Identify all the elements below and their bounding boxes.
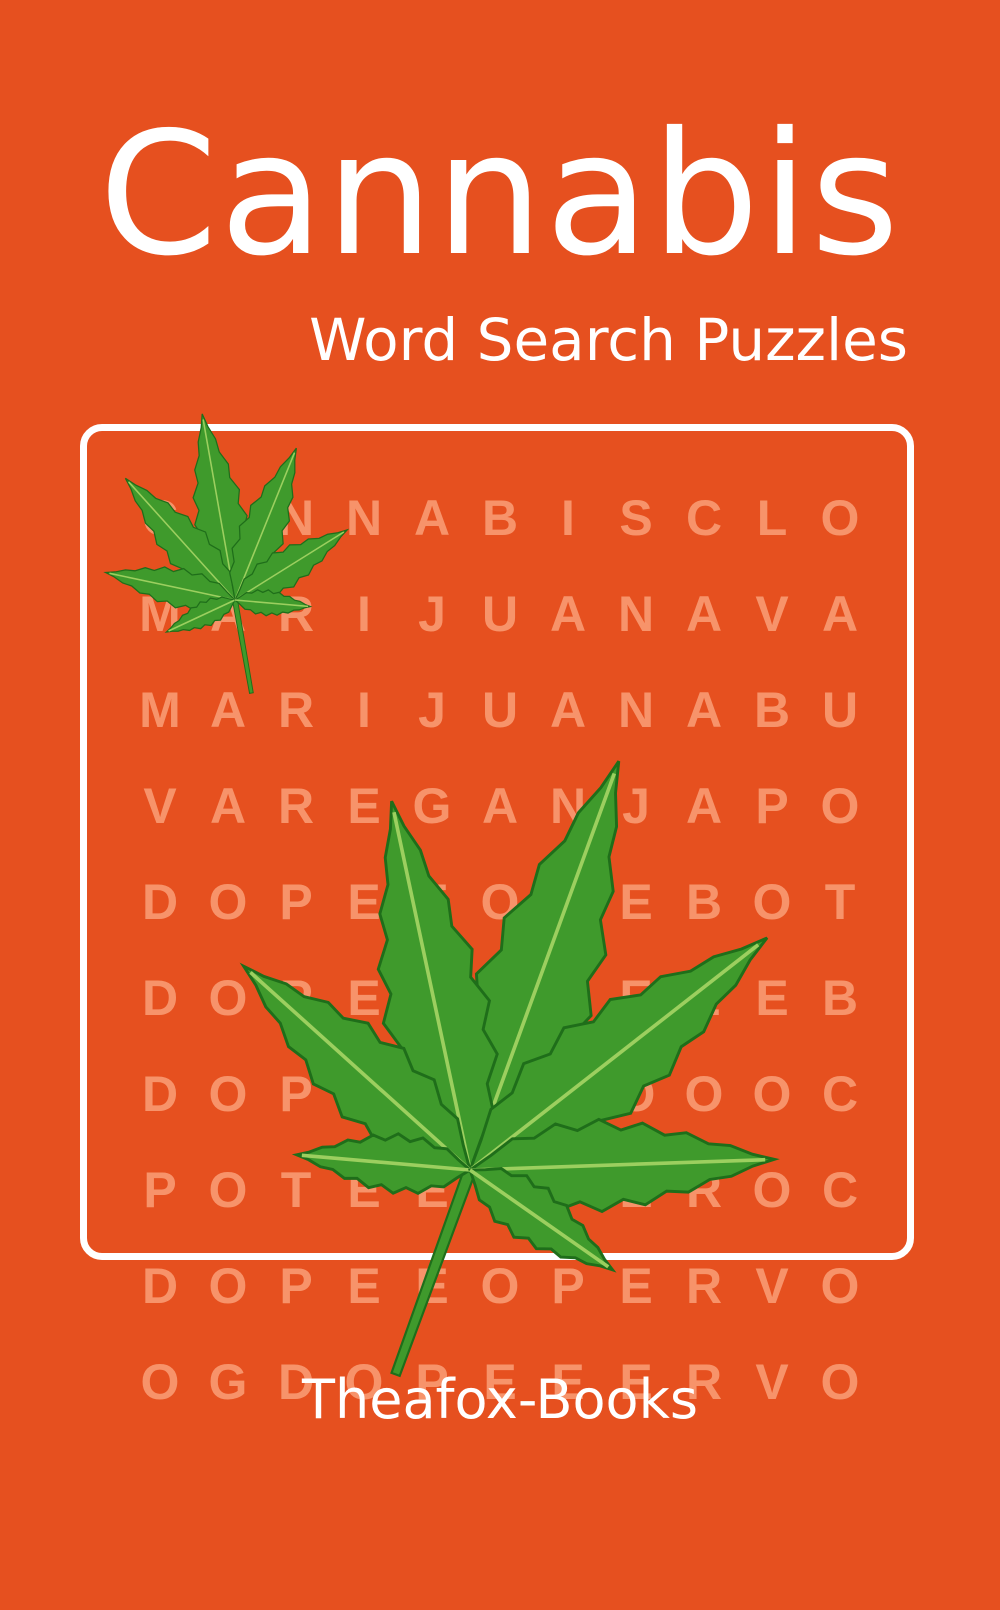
grid-letter: P (143, 1162, 177, 1218)
grid-letter: O (820, 490, 860, 546)
grid-letter: L (756, 490, 788, 546)
book-cover: Cannabis Word Search Puzzles CANNABISCLO… (0, 0, 1000, 1499)
grid-letter: D (141, 970, 179, 1026)
publisher-name: Theafox-Books (302, 1368, 698, 1431)
grid-letter: I (561, 490, 575, 546)
grid-letter: V (143, 778, 177, 834)
grid-letter: B (481, 490, 519, 546)
grid-letter: D (141, 1066, 179, 1122)
grid-letter: D (141, 1258, 179, 1314)
grid-letter: D (141, 874, 179, 930)
grid-letter: S (619, 490, 653, 546)
book-title: Cannabis (98, 96, 902, 294)
cannabis-leaf-large-icon (239, 760, 780, 1378)
grid-letter: C (685, 490, 723, 546)
